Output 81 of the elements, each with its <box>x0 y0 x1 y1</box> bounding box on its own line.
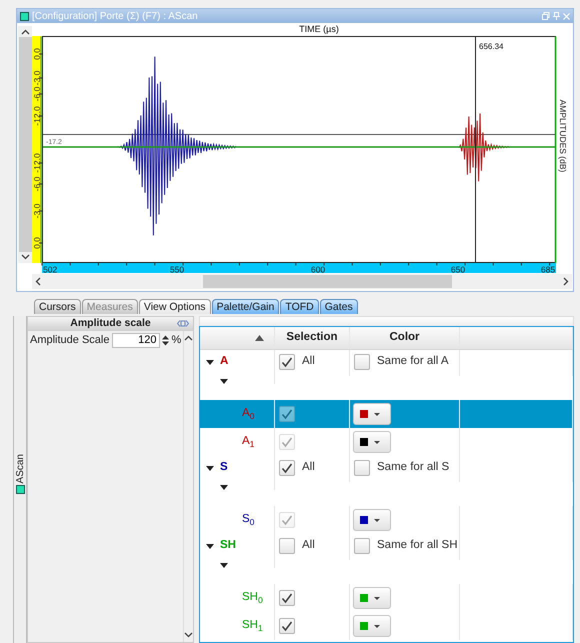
tab[interactable]: TOFD <box>280 299 319 314</box>
axis-label: -6.0 <box>32 176 42 192</box>
axis-label: 0.0 <box>32 237 42 249</box>
checkbox[interactable] <box>354 354 370 370</box>
caret-icon <box>374 440 380 444</box>
expand-arrow-icon[interactable] <box>220 379 228 384</box>
expand-arrow-icon[interactable] <box>206 544 214 548</box>
view-icon <box>16 485 24 494</box>
column-header[interactable]: Selection <box>286 329 338 347</box>
checkbox[interactable] <box>354 460 370 476</box>
window-icon <box>20 12 29 20</box>
chevron-left-icon[interactable] <box>35 277 41 286</box>
scrollbar-thumb[interactable] <box>203 275 452 288</box>
axis-label: -3.0 <box>32 204 42 218</box>
spin-field[interactable]: 120 <box>112 333 160 348</box>
expand-arrow-icon[interactable] <box>220 563 228 568</box>
side-tab[interactable]: AScan <box>13 316 27 643</box>
tab[interactable]: Cursors <box>34 299 81 314</box>
axis-label: 0.0 <box>32 48 42 60</box>
checkbox[interactable] <box>279 538 295 554</box>
axis-label: 685 <box>540 264 556 274</box>
checkbox-label: All <box>302 538 315 554</box>
chevron-down-icon[interactable] <box>20 254 30 260</box>
cursor-value: 656.34 <box>479 42 504 51</box>
dock-icon[interactable] <box>177 320 189 327</box>
expand-arrow-icon[interactable] <box>206 466 214 470</box>
checkbox-label: Same for all A <box>377 354 449 370</box>
axis-label: -12.0 <box>32 106 42 126</box>
checkbox[interactable] <box>279 618 295 634</box>
axis-label: -3.0 <box>32 70 42 86</box>
chevron-right-icon[interactable] <box>563 277 569 286</box>
chevron-down-icon[interactable] <box>184 632 194 638</box>
column-header[interactable]: Color <box>389 329 420 347</box>
scrollbar-thumb[interactable] <box>18 37 32 252</box>
axis-label: -6.0 <box>32 86 42 102</box>
scrollbar[interactable] <box>183 331 194 642</box>
scrollbar[interactable] <box>32 274 572 289</box>
checkbox[interactable] <box>279 590 295 606</box>
axis-label: 502 <box>43 264 58 274</box>
group-name: A <box>220 354 228 370</box>
checkbox-label: Same for all SH <box>377 538 458 554</box>
color-picker-button[interactable] <box>353 615 391 637</box>
unit-label: % <box>172 333 182 348</box>
caret-icon <box>374 596 380 600</box>
caret-icon <box>374 518 380 522</box>
group-name: SH <box>220 538 236 554</box>
axis-label: 550 <box>170 264 184 274</box>
item-name: SH$_{0}$ <box>242 590 263 607</box>
item-name: A$_{1}$ <box>242 434 254 451</box>
expand-arrow-icon[interactable] <box>206 360 214 364</box>
group-name: S <box>220 460 228 476</box>
caret-icon <box>374 624 380 628</box>
axis-title: AMPLITUDES (dB) <box>558 100 568 172</box>
item-name: A$_{0}$ <box>242 406 254 423</box>
tab[interactable]: Palette/Gain <box>212 299 280 314</box>
spin-arrows-icon[interactable] <box>160 334 170 347</box>
axis-label: 650 <box>450 264 466 274</box>
sort-icon[interactable] <box>255 335 264 341</box>
panel-title: Amplitude scale <box>70 316 151 332</box>
item-name: SH$_{1}$ <box>242 618 263 635</box>
item-name: S$_{0}$ <box>242 512 254 529</box>
axis-label: 600 <box>310 264 326 274</box>
checkbox[interactable] <box>354 538 370 554</box>
tab[interactable]: View Options <box>138 299 211 314</box>
checkbox-label: All <box>302 460 315 476</box>
checkbox-label: Same for all S <box>377 460 450 476</box>
chevron-up-icon[interactable] <box>20 29 30 35</box>
chevron-up-icon[interactable] <box>184 335 194 341</box>
checkbox[interactable] <box>279 354 295 370</box>
checkbox-label: All <box>302 354 315 370</box>
window-title: [Configuration] Porte (Σ) (F7) : AScan <box>32 10 199 24</box>
checkbox[interactable] <box>279 460 295 476</box>
axis-title: TIME (µs) <box>299 24 339 34</box>
echo-waveform <box>458 113 510 182</box>
caret-icon <box>374 412 380 416</box>
expand-arrow-icon[interactable] <box>220 485 228 490</box>
scrollbar[interactable] <box>18 26 32 263</box>
axis-label: -12.0 <box>32 153 42 173</box>
field-label: Amplitude Scale <box>30 333 110 348</box>
color-picker-button[interactable] <box>353 587 391 609</box>
tab[interactable]: Gates <box>320 299 358 314</box>
